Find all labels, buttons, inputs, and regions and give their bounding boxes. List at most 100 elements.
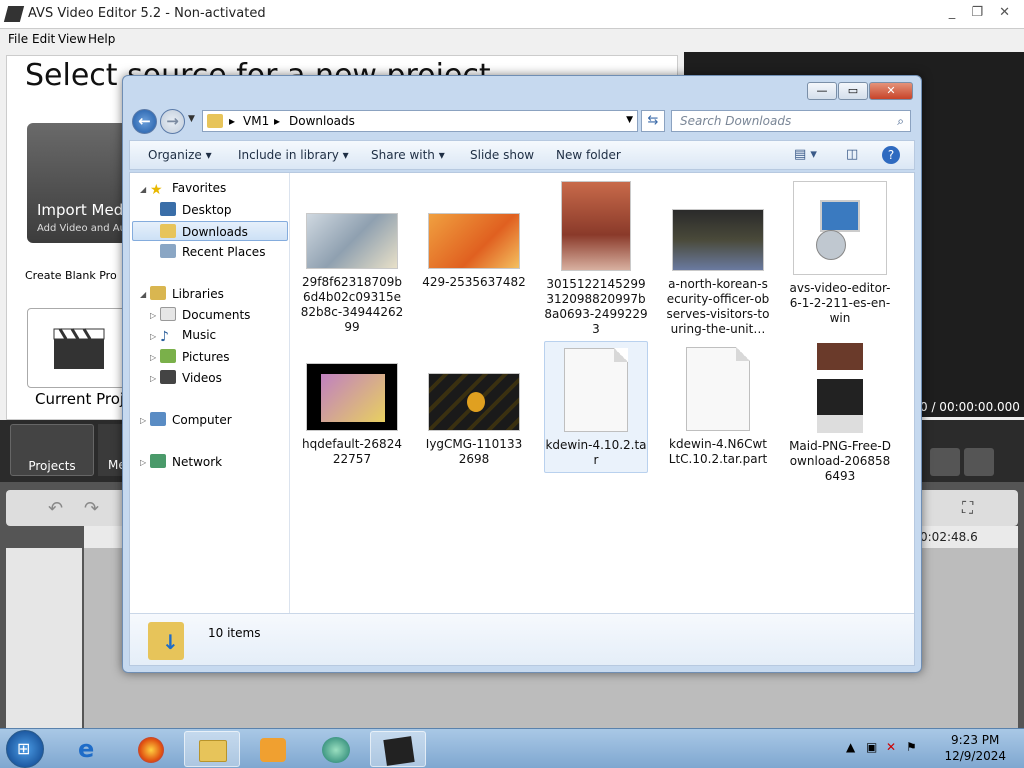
include-in-library-button[interactable]: Include in library ▾ [238, 148, 349, 162]
new-folder-button[interactable]: New folder [556, 148, 621, 162]
file-item[interactable]: kdewin-4.10.2.tar [544, 341, 648, 473]
help-icon[interactable]: ? [882, 146, 900, 164]
menu-view[interactable]: View [58, 32, 86, 46]
forward-button[interactable]: → [160, 109, 185, 134]
explorer-caption[interactable]: — ▭ ✕ [123, 76, 921, 104]
nav-pictures[interactable]: Pictures [160, 349, 230, 364]
start-button[interactable]: ⊞ [6, 730, 44, 768]
expand-libraries-icon[interactable]: ◢ [140, 290, 146, 299]
fit-icon[interactable]: ⛶ [962, 498, 973, 518]
import-media-button[interactable]: Import Medi Add Video and Au [27, 123, 137, 243]
nav-videos-label: Videos [182, 371, 222, 385]
file-item[interactable]: IygCMG-1101332698 [422, 373, 526, 467]
expand-music-icon[interactable]: ▷ [150, 332, 156, 341]
nav-network-label: Network [172, 455, 223, 469]
nav-computer-label: Computer [172, 413, 232, 427]
back-button[interactable]: ← [132, 109, 157, 134]
media-tab[interactable]: Me [98, 424, 124, 476]
nav-recent-places[interactable]: Recent Places [160, 244, 265, 259]
change-view-icon[interactable]: ▤ ▾ [794, 147, 817, 162]
address-bar[interactable]: ▸ VM1 ▸ Downloads ▼ [202, 110, 638, 132]
nav-music[interactable]: ♪ Music [160, 328, 216, 345]
network-status-icon[interactable]: ▣ [866, 740, 877, 754]
create-blank-project-link[interactable]: Create Blank Pro [25, 269, 117, 282]
nav-downloads[interactable]: Downloads [132, 221, 288, 241]
expand-pictures-icon[interactable]: ▷ [150, 353, 156, 362]
nav-desktop[interactable]: Desktop [160, 202, 232, 217]
taskbar-internet-explorer[interactable]: e [62, 731, 118, 767]
avs-window-controls[interactable]: _ ❐ ✕ [949, 5, 1016, 20]
file-item[interactable]: Maid-PNG-Free-Download-2068586493 [788, 343, 892, 484]
nav-network[interactable]: Network [150, 454, 222, 469]
recent-pages-dropdown-icon[interactable]: ▼ [188, 114, 195, 124]
expand-computer-icon[interactable]: ▷ [140, 416, 146, 425]
media-player-icon [260, 738, 286, 762]
file-name: 429-2535637482 [422, 275, 526, 289]
organize-label: Organize [148, 148, 202, 162]
volume-muted-icon[interactable]: ✕ [886, 740, 896, 754]
file-item[interactable]: kdewin-4.N6CwtLtC.10.2.tar.part [666, 347, 770, 467]
breadcrumb-downloads[interactable]: Downloads [289, 114, 355, 128]
nav-favorites[interactable]: ★ Favorites [150, 181, 226, 198]
menu-file[interactable]: File [8, 32, 28, 46]
expand-videos-icon[interactable]: ▷ [150, 374, 156, 383]
desktop-icon [160, 202, 176, 216]
search-input[interactable]: Search Downloads ⌕ [671, 110, 911, 132]
installer-icon [793, 181, 887, 275]
file-item[interactable]: 429-2535637482 [422, 213, 526, 290]
slide-show-button[interactable]: Slide show [470, 148, 534, 162]
undo-icon[interactable]: ↶ [48, 498, 63, 519]
file-item[interactable]: 3015122145299312098820997b8a0693-2499229… [544, 181, 648, 337]
image-thumbnail [561, 181, 631, 271]
search-icon[interactable]: ⌕ [897, 114, 904, 129]
firefox-icon [138, 737, 164, 763]
maximize-button[interactable]: ▭ [838, 82, 868, 100]
image-thumbnail [817, 343, 863, 433]
expand-network-icon[interactable]: ▷ [140, 458, 146, 467]
nav-videos[interactable]: Videos [160, 370, 222, 385]
organize-button[interactable]: Organize ▾ [148, 148, 212, 162]
taskbar-media-player[interactable] [246, 731, 302, 767]
close-button[interactable]: ✕ [869, 82, 913, 100]
breadcrumb-arrow-icon[interactable]: ▸ [229, 114, 235, 128]
menu-edit[interactable]: Edit [32, 32, 55, 46]
taskbar-firefox[interactable] [124, 731, 180, 767]
breadcrumb-vm1[interactable]: VM1 [243, 114, 269, 128]
file-item[interactable]: 29f8f62318709b6d4b02c09315e82b8c-3494426… [300, 213, 404, 335]
file-icon [686, 347, 750, 431]
action-center-icon[interactable]: ⚑ [906, 740, 917, 754]
libraries-icon [150, 286, 166, 300]
clock[interactable]: 9:23 PM 12/9/2024 [944, 732, 1006, 764]
file-name: hqdefault-2682422757 [302, 437, 402, 466]
taskbar: ⊞ e ▲ ▣ ✕ ⚑ 9:23 PM 12/9/2024 [0, 728, 1024, 768]
address-row: ← → ▼ ▸ VM1 ▸ Downloads ▼ ⇆ Search Downl… [123, 106, 921, 136]
taskbar-explorer[interactable] [184, 731, 240, 767]
navigation-pane: ◢ ★ Favorites Desktop Downloads Recent Pl… [130, 173, 290, 613]
preview-pane-icon[interactable]: ◫ [846, 147, 858, 162]
nav-documents[interactable]: Documents [160, 307, 250, 322]
breadcrumb-arrow-icon[interactable]: ▸ [274, 114, 280, 128]
taskbar-app[interactable] [308, 731, 364, 767]
nav-libraries[interactable]: Libraries [150, 286, 224, 301]
share-with-button[interactable]: Share with ▾ [371, 148, 445, 162]
taskbar-avs-video-editor[interactable] [370, 731, 426, 767]
address-dropdown-icon[interactable]: ▼ [626, 115, 633, 125]
file-item[interactable]: a-north-korean-security-officer-observes… [666, 209, 770, 337]
minimize-button[interactable]: — [807, 82, 837, 100]
redo-icon[interactable]: ↷ [84, 498, 99, 519]
file-item[interactable]: hqdefault-2682422757 [300, 363, 404, 467]
expand-documents-icon[interactable]: ▷ [150, 311, 156, 320]
image-thumbnail [428, 373, 520, 431]
share-with-label: Share with [371, 148, 435, 162]
projects-tab[interactable]: Projects [10, 424, 94, 476]
avs-clapperboard-icon [383, 736, 415, 766]
expand-favorites-icon[interactable]: ◢ [140, 185, 146, 194]
nav-computer[interactable]: Computer [150, 412, 232, 427]
volume-button[interactable] [964, 448, 994, 476]
refresh-icon[interactable]: ⇆ [641, 110, 665, 132]
snapshot-button[interactable] [930, 448, 960, 476]
current-project-button[interactable] [27, 308, 127, 388]
show-hidden-icons-icon[interactable]: ▲ [846, 740, 855, 754]
menu-help[interactable]: Help [88, 32, 115, 46]
file-item[interactable]: avs-video-editor-6-1-2-211-es-en-win [788, 181, 892, 326]
